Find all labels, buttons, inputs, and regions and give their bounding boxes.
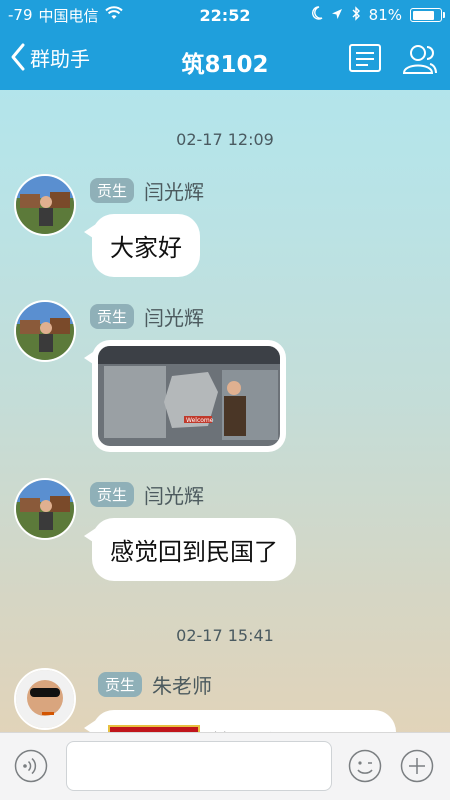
message-bubble[interactable]: 感觉回到民国了: [84, 518, 296, 581]
rank-badge: 贡生: [90, 304, 135, 329]
avatar[interactable]: [14, 668, 76, 730]
emoji-icon[interactable]: [348, 749, 382, 783]
sender-name: 闫光辉: [144, 484, 204, 508]
add-icon[interactable]: [400, 749, 434, 783]
avatar[interactable]: [14, 478, 76, 540]
message-input[interactable]: [66, 741, 332, 791]
message-bubble[interactable]: 大家好: [84, 214, 200, 277]
battery-fill: [412, 10, 435, 20]
group-notice-icon[interactable]: [348, 43, 382, 77]
sender-name: 闫光辉: [144, 180, 204, 204]
timestamp: 02-17 12:09: [176, 130, 274, 149]
photo-thumbnail: Welcome: [98, 346, 280, 446]
nav-bar: 群助手 筑8102: [0, 30, 450, 90]
carrier-name: 中国电信: [38, 6, 99, 25]
welcome-sign: Welcome: [186, 417, 214, 424]
rank-badge: 贡生: [90, 482, 135, 507]
battery-icon: [410, 8, 445, 22]
rank-badge: 贡生: [98, 672, 143, 697]
bluetooth-icon: [351, 5, 361, 25]
avatar[interactable]: [14, 174, 76, 236]
red-envelope-image: [108, 725, 200, 732]
sender-name: 闫光辉: [144, 306, 204, 330]
back-button[interactable]: 群助手: [10, 42, 90, 72]
input-bar: [0, 732, 450, 800]
location-arrow-icon: [331, 6, 343, 24]
wifi-icon: [104, 6, 123, 24]
avatar[interactable]: [14, 300, 76, 362]
timestamp: 02-17 15:41: [176, 626, 274, 645]
status-bar: -79 中国电信 22:52 81%: [0, 0, 450, 30]
back-chevron-icon: [11, 43, 25, 71]
status-time: 22:52: [199, 5, 251, 25]
moon-icon: [311, 6, 323, 24]
signal-strength: -79: [8, 6, 33, 24]
battery-percent: 81%: [368, 6, 402, 24]
group-members-icon[interactable]: [400, 43, 438, 79]
back-label: 群助手: [30, 46, 90, 71]
image-message[interactable]: Welcome: [84, 340, 286, 452]
voice-icon[interactable]: [14, 749, 48, 783]
rank-badge: 贡生: [90, 178, 135, 203]
sender-name: 朱老师: [152, 674, 212, 698]
chat-area[interactable]: 02-17 12:09 贡生 闫光辉 大家好 贡生 闫光辉 Welcome 贡生…: [0, 90, 450, 732]
